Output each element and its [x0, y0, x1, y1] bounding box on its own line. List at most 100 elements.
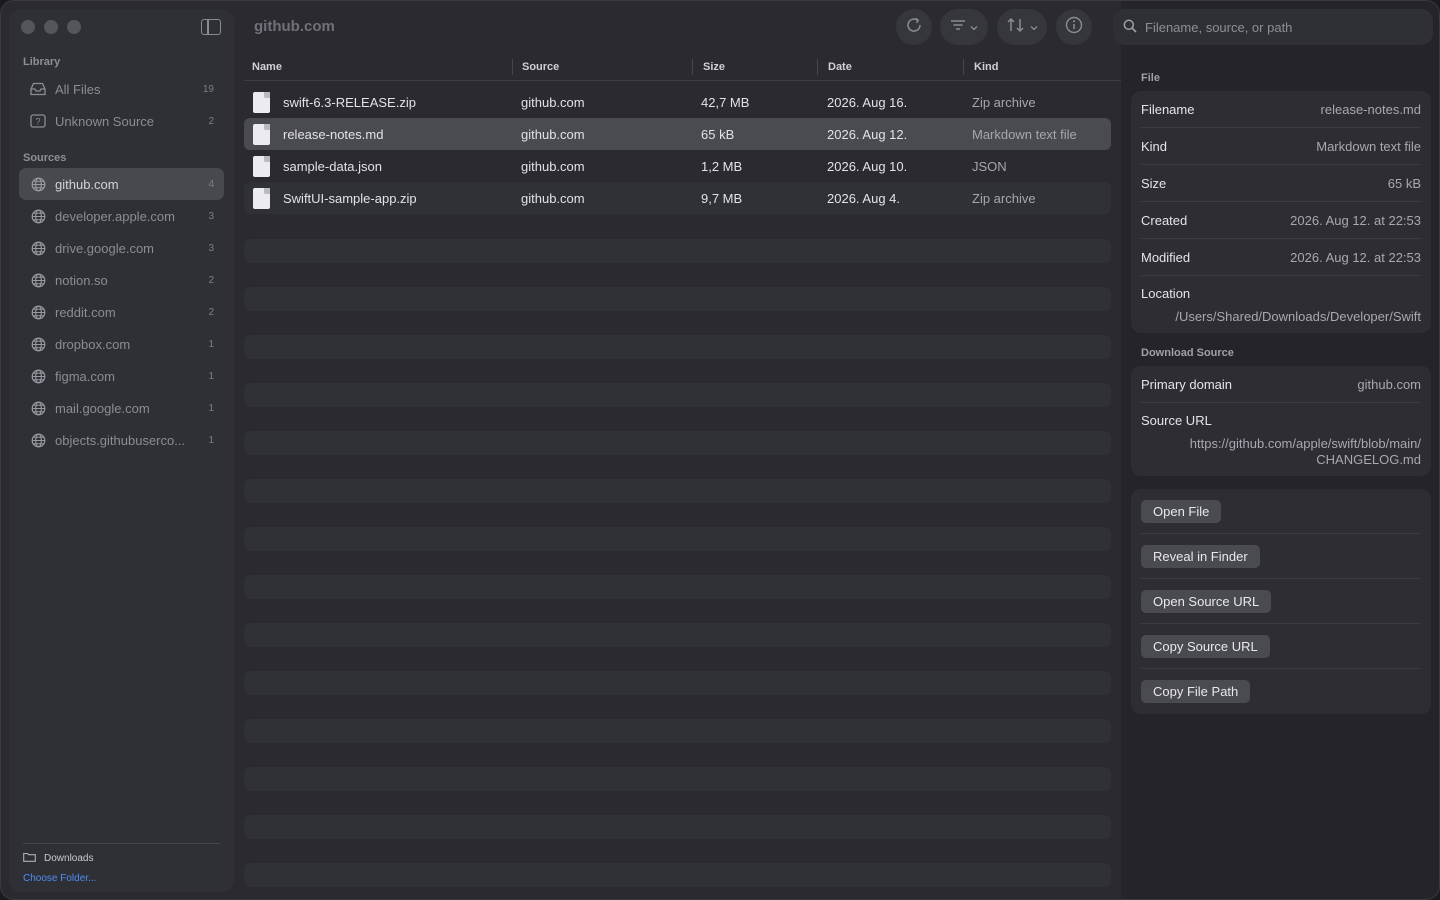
filter-menu-button[interactable]	[940, 9, 988, 45]
sidebar-item-source[interactable]: reddit.com 2	[19, 296, 224, 328]
copy-source-url-button[interactable]: Copy Source URL	[1141, 634, 1270, 658]
modified-label: Modified	[1141, 249, 1191, 265]
sidebar-item-source[interactable]: objects.githubuserco... 1	[19, 424, 224, 456]
sidebar-item-label: All Files	[55, 81, 101, 97]
sidebar-item-source[interactable]: dropbox.com 1	[19, 328, 224, 360]
file-size: 65 kB	[701, 127, 735, 142]
sidebar-item-source[interactable]: figma.com 1	[19, 360, 224, 392]
open-file-button[interactable]: Open File	[1141, 499, 1222, 523]
open-source-url-button[interactable]: Open Source URL	[1141, 589, 1272, 613]
file-source: github.com	[521, 191, 585, 206]
sidebar-item-source[interactable]: github.com 4	[19, 168, 224, 200]
filename-label: Filename	[1141, 101, 1195, 117]
globe-icon	[29, 271, 47, 289]
filter-icon	[950, 18, 966, 36]
file-list-pane: github.com Name Source Size Date Kind sw…	[244, 1, 1121, 899]
table-row[interactable]: release-notes.md github.com 65 kB 2026. Aug…	[244, 118, 1111, 150]
column-divider[interactable]	[963, 59, 964, 75]
sidebar-item-count: 19	[202, 83, 214, 95]
chevron-down-icon	[1030, 18, 1038, 36]
column-header-date[interactable]: Date	[828, 61, 852, 73]
table-row[interactable]: sample-data.json github.com 1,2 MB 2026. Au…	[244, 150, 1111, 182]
file-kind: Zip archive	[972, 191, 1036, 206]
column-divider[interactable]	[692, 59, 693, 75]
file-name: release-notes.md	[283, 127, 384, 142]
refresh-icon	[905, 16, 923, 39]
empty-row-stripe	[244, 719, 1111, 743]
document-icon	[253, 156, 270, 177]
sidebar-item-label: dropbox.com	[55, 336, 131, 352]
sidebar-item-source[interactable]: developer.apple.com 3	[19, 200, 224, 232]
library-list: All Files 19 ? Unknown Source 2	[19, 73, 224, 137]
zoom-window-button[interactable]	[67, 20, 81, 34]
source-url-line: https://github.com/apple/swift/blob/main…	[1189, 436, 1421, 451]
sidebar-item-count: 3	[208, 210, 214, 222]
info-icon	[1065, 16, 1083, 39]
search-field[interactable]: Filename, source, or path	[1113, 9, 1433, 45]
file-info-card: Filename release-notes.md Kind Markdown …	[1131, 91, 1431, 333]
file-kind: Markdown text file	[972, 127, 1077, 142]
created-label: Created	[1141, 212, 1188, 228]
column-header-kind[interactable]: Kind	[974, 61, 998, 73]
search-input[interactable]: Filename, source, or path	[1145, 20, 1292, 35]
source-url-row: Source URL https://github.com/apple/swif…	[1141, 403, 1421, 476]
empty-row-stripe	[244, 815, 1111, 839]
file-date: 2026. Aug 16.	[827, 95, 908, 110]
empty-row-stripe	[244, 863, 1111, 887]
reveal-in-finder-button[interactable]: Reveal in Finder	[1141, 544, 1260, 568]
primary-domain-value: github.com	[1357, 376, 1421, 392]
filename-row: Filename release-notes.md	[1141, 91, 1421, 128]
close-window-button[interactable]	[21, 20, 35, 34]
sidebar-toggle-icon[interactable]	[201, 19, 221, 35]
file-source: github.com	[521, 159, 585, 174]
filename-value: release-notes.md	[1320, 101, 1421, 117]
table-row[interactable]: SwiftUI-sample-app.zip github.com 9,7 MB 20…	[244, 182, 1111, 214]
file-kind: Zip archive	[972, 95, 1036, 110]
sidebar-item-count: 1	[208, 338, 214, 350]
sidebar-item-count: 3	[208, 242, 214, 254]
file-size: 9,7 MB	[701, 191, 743, 206]
sidebar-item-source[interactable]: drive.google.com 3	[19, 232, 224, 264]
file-size: 42,7 MB	[701, 95, 750, 110]
info-button[interactable]	[1056, 9, 1092, 45]
file-name: swift-6.3-RELEASE.zip	[283, 95, 416, 110]
file-source: github.com	[521, 127, 585, 142]
table-row[interactable]: swift-6.3-RELEASE.zip github.com 42,7 MB 20…	[244, 86, 1111, 118]
sidebar-item-source[interactable]: mail.google.com 1	[19, 392, 224, 424]
file-date: 2026. Aug 12.	[827, 127, 908, 142]
primary-domain-label: Primary domain	[1141, 376, 1233, 392]
size-value: 65 kB	[1387, 175, 1421, 191]
source-url-line: CHANGELOG.md	[1316, 452, 1421, 467]
sidebar-item-all-files[interactable]: All Files 19	[19, 73, 224, 105]
library-section-title: Library	[23, 56, 61, 68]
sidebar-item-label: objects.githubuserco...	[55, 432, 186, 448]
refresh-button[interactable]	[896, 9, 932, 45]
file-kind: JSON	[972, 159, 1007, 174]
modified-value: 2026. Aug 12. at 22:53	[1290, 249, 1421, 265]
column-divider[interactable]	[817, 59, 818, 75]
download-source-card: Primary domain github.com Source URL htt…	[1131, 366, 1431, 476]
minimize-window-button[interactable]	[44, 20, 58, 34]
column-divider[interactable]	[512, 59, 513, 75]
column-header-size[interactable]: Size	[703, 61, 725, 73]
copy-file-path-button[interactable]: Copy File Path	[1141, 680, 1251, 703]
sidebar-item-label: github.com	[55, 176, 119, 192]
file-name: SwiftUI-sample-app.zip	[283, 191, 417, 206]
sidebar-item-source[interactable]: notion.so 2	[19, 264, 224, 296]
table-header: Name Source Size Date Kind	[244, 57, 1121, 81]
sidebar-item-unknown-source[interactable]: ? Unknown Source 2	[19, 105, 224, 137]
column-header-source[interactable]: Source	[522, 61, 559, 73]
column-header-name[interactable]: Name	[252, 61, 282, 73]
choose-folder-link[interactable]: Choose Folder...	[23, 873, 220, 884]
source-url-label: Source URL	[1141, 413, 1212, 428]
globe-icon	[29, 175, 47, 193]
sidebar-footer: Downloads Choose Folder...	[23, 843, 220, 884]
action-row: Open File	[1141, 489, 1421, 534]
sidebar-item-count: 2	[208, 115, 214, 127]
downloads-folder-row: Downloads	[23, 852, 220, 865]
sort-menu-button[interactable]	[997, 9, 1047, 45]
sidebar-item-count: 2	[208, 274, 214, 286]
sidebar-item-count: 1	[208, 370, 214, 382]
unknown-icon: ?	[29, 112, 47, 130]
action-row: Copy Source URL	[1141, 624, 1421, 669]
